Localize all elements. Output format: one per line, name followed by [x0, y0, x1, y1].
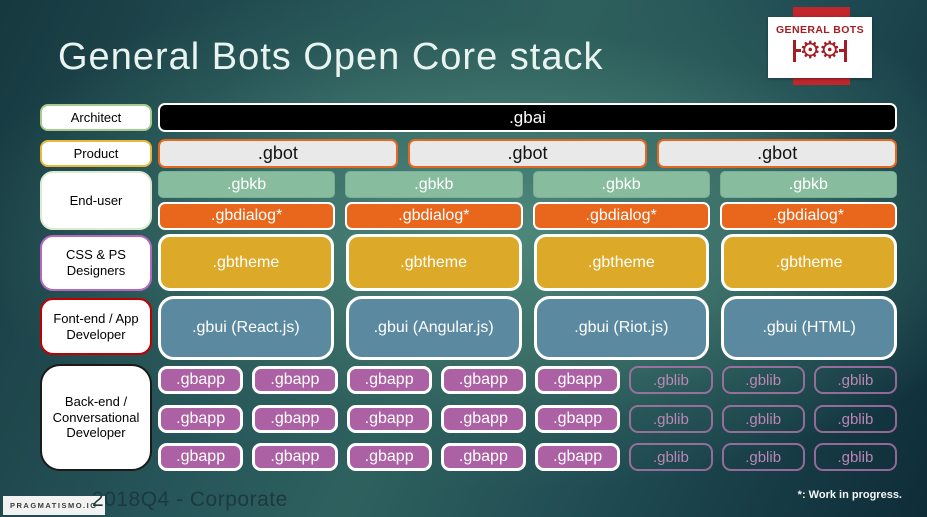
row-gbot: .gbot .gbot .gbot: [158, 139, 898, 168]
gblib-box: .gblib: [629, 443, 713, 471]
work-in-progress-note: *: Work in progress.: [797, 489, 902, 501]
gblib-box: .gblib: [721, 443, 805, 471]
gblib-box: .gblib: [629, 366, 713, 394]
logo-brand-text: GENERAL BOTS: [775, 24, 865, 36]
gbui-angular-box: .gbui (Angular.js): [345, 296, 522, 360]
gbot-box: .gbot: [657, 139, 898, 168]
gblib-box: .gblib: [813, 443, 897, 471]
row-gbdialog: .gbdialog* .gbdialog* .gbdialog* .gbdial…: [158, 202, 897, 230]
row-backend-3: .gbapp .gbapp .gbapp .gbapp .gbapp .gbli…: [158, 443, 897, 471]
gbapp-box: .gbapp: [346, 405, 432, 433]
logo-gears: ⚙ ⚙: [793, 36, 847, 66]
pragmatismo-watermark: PRAGMATISMO.IO: [3, 496, 105, 515]
gbapp-box: .gbapp: [440, 405, 526, 433]
gbdialog-box: .gbdialog*: [719, 202, 897, 230]
gbtheme-box: .gbtheme: [345, 234, 522, 291]
gbui-html-box: .gbui (HTML): [721, 296, 897, 360]
gblib-box: .gblib: [629, 405, 713, 433]
gbkb-box: .gbkb: [158, 171, 336, 198]
gear-icon: ⚙: [819, 37, 841, 64]
role-label-css-ps-designers: CSS & PS Designers: [40, 235, 152, 291]
gbtheme-box: .gbtheme: [533, 234, 710, 291]
gbapp-box: .gbapp: [346, 366, 432, 394]
gbapp-box: .gbapp: [535, 443, 621, 471]
gbkb-box: .gbkb: [532, 171, 710, 198]
slide: General Bots Open Core stack GENERAL BOT…: [0, 0, 927, 517]
gear-icon: ⚙: [799, 37, 821, 64]
row-gbui: .gbui (React.js) .gbui (Angular.js) .gbu…: [158, 296, 897, 360]
row-gbkb: .gbkb .gbkb .gbkb .gbkb: [158, 171, 897, 198]
gbtheme-box: .gbtheme: [158, 234, 334, 291]
footer-caption: 2018Q4 - Corporate: [92, 488, 288, 511]
gbdialog-box: .gbdialog*: [345, 202, 523, 230]
logo-bracket-left: [793, 40, 802, 62]
gbtheme-box: .gbtheme: [721, 234, 897, 291]
gbkb-box: .gbkb: [345, 171, 523, 198]
gbapp-box: .gbapp: [252, 366, 338, 394]
logo-bracket-right: [838, 40, 847, 62]
gbot-box: .gbot: [407, 139, 648, 168]
gblib-box: .gblib: [721, 366, 805, 394]
gblib-box: .gblib: [813, 405, 897, 433]
gbdialog-box: .gbdialog*: [532, 202, 710, 230]
row-backend-1: .gbapp .gbapp .gbapp .gbapp .gbapp .gbli…: [158, 366, 897, 394]
gbapp-box: .gbapp: [158, 443, 244, 471]
gblib-box: .gblib: [813, 366, 897, 394]
gbapp-box: .gbapp: [346, 443, 432, 471]
gbai-box: .gbai: [158, 103, 897, 132]
role-label-frontend-app-developer: Font-end / App Developer: [40, 298, 152, 355]
gbdialog-box: .gbdialog*: [158, 202, 336, 230]
row-gbtheme: .gbtheme .gbtheme .gbtheme .gbtheme: [158, 234, 897, 291]
gbapp-box: .gbapp: [535, 366, 621, 394]
gblib-box: .gblib: [721, 405, 805, 433]
role-label-architect: Architect: [40, 104, 152, 131]
role-label-end-user: End-user: [40, 171, 152, 230]
gbapp-box: .gbapp: [252, 405, 338, 433]
gbapp-box: .gbapp: [440, 443, 526, 471]
gbapp-box: .gbapp: [252, 443, 338, 471]
gbui-react-box: .gbui (React.js): [158, 296, 334, 360]
gbkb-box: .gbkb: [719, 171, 897, 198]
gbapp-box: .gbapp: [440, 366, 526, 394]
general-bots-logo: GENERAL BOTS ⚙ ⚙: [768, 17, 872, 78]
row-gbai: .gbai: [158, 103, 897, 132]
gbapp-box: .gbapp: [535, 405, 621, 433]
gbui-riot-box: .gbui (Riot.js): [533, 296, 710, 360]
row-backend-2: .gbapp .gbapp .gbapp .gbapp .gbapp .gbli…: [158, 405, 897, 433]
page-title: General Bots Open Core stack: [58, 36, 604, 78]
role-label-product: Product: [40, 140, 152, 167]
role-label-backend-conversational-developer: Back-end / Conversational Developer: [40, 364, 152, 471]
gbapp-box: .gbapp: [158, 366, 244, 394]
gbot-box: .gbot: [158, 139, 398, 168]
gbapp-box: .gbapp: [158, 405, 244, 433]
